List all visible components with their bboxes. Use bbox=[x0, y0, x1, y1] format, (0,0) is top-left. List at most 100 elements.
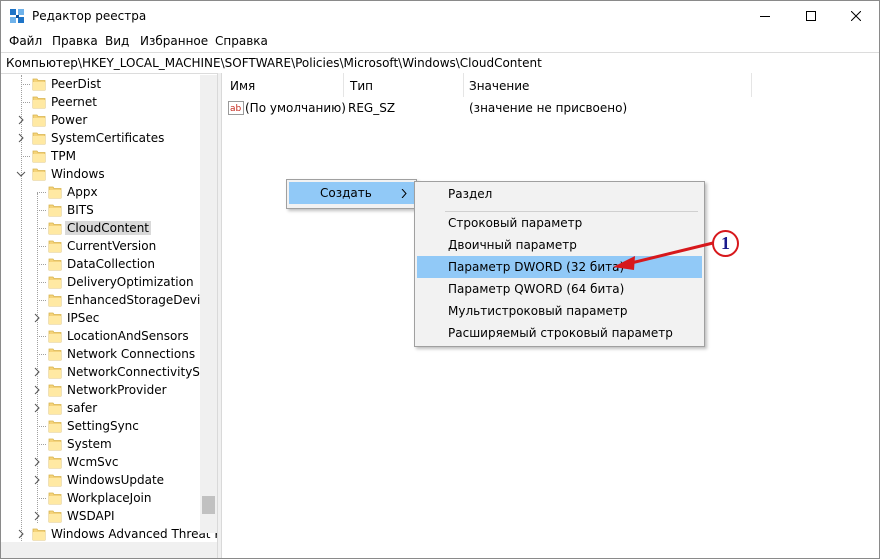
tree-item[interactable]: Peernet bbox=[1, 94, 217, 112]
column-value-label: Значение bbox=[469, 79, 530, 93]
menu-item-multi-string-value[interactable]: Мультистроковый параметр bbox=[417, 300, 702, 322]
menu-item-create-label: Создать bbox=[320, 186, 372, 200]
menu-file[interactable]: Файл bbox=[9, 34, 42, 48]
column-header-name[interactable]: Имя bbox=[222, 76, 344, 98]
tree-connector bbox=[37, 498, 46, 499]
tree-item-label: Windows bbox=[51, 167, 105, 181]
table-row[interactable]: ab (По умолчанию) REG_SZ (значение не пр… bbox=[227, 100, 827, 118]
chevron-right-icon[interactable] bbox=[16, 133, 26, 143]
tree-item[interactable]: Windows bbox=[1, 166, 217, 184]
tree-item-label: WorkplaceJoin bbox=[67, 491, 152, 505]
column-divider[interactable] bbox=[751, 73, 752, 97]
folder-icon bbox=[48, 474, 62, 487]
tree-item[interactable]: BITS bbox=[1, 202, 217, 220]
folder-icon bbox=[48, 492, 62, 505]
tree-item[interactable]: System bbox=[1, 436, 217, 454]
chevron-right-icon[interactable] bbox=[32, 385, 42, 395]
chevron-down-icon[interactable] bbox=[16, 169, 26, 179]
minimize-button[interactable] bbox=[742, 1, 788, 31]
menu-bar: Файл Правка Вид Избранное Справка bbox=[1, 31, 879, 51]
tree-item[interactable]: SettingSync bbox=[1, 418, 217, 436]
annotation-arrow bbox=[613, 241, 714, 270]
chevron-right-icon[interactable] bbox=[16, 115, 26, 125]
tree-item-label: DeliveryOptimization bbox=[67, 275, 194, 289]
chevron-right-icon[interactable] bbox=[32, 457, 42, 467]
tree-item[interactable]: CloudContent bbox=[1, 220, 217, 238]
menu-item-qword-value[interactable]: Параметр QWORD (64 бита) bbox=[417, 278, 702, 300]
column-type-label: Тип bbox=[350, 79, 373, 93]
menu-edit[interactable]: Правка bbox=[52, 34, 98, 48]
chevron-right-icon[interactable] bbox=[16, 529, 26, 539]
chevron-right-icon[interactable] bbox=[32, 313, 42, 323]
tree-item[interactable]: CurrentVersion bbox=[1, 238, 217, 256]
tree-item-label: WSDAPI bbox=[67, 509, 115, 523]
tree-item[interactable]: NetworkProvider bbox=[1, 382, 217, 400]
tree-scrollbar-thumb[interactable] bbox=[202, 496, 215, 514]
folder-icon bbox=[48, 348, 62, 361]
menu-item-label: Мультистроковый параметр bbox=[448, 304, 628, 318]
folder-icon bbox=[48, 384, 62, 397]
menu-view[interactable]: Вид bbox=[105, 34, 129, 48]
menu-item-label: Расширяемый строковый параметр bbox=[448, 326, 673, 340]
menu-item-key[interactable]: Раздел bbox=[417, 183, 702, 205]
folder-icon bbox=[32, 114, 46, 127]
tree-item[interactable]: DataCollection bbox=[1, 256, 217, 274]
tree-connector bbox=[37, 246, 46, 247]
close-button[interactable] bbox=[833, 1, 879, 31]
folder-icon bbox=[48, 312, 62, 325]
tree-connector bbox=[37, 264, 46, 265]
folder-icon bbox=[32, 168, 46, 181]
registry-tree[interactable]: PeerDist Peernet Power SystemCertificates TP… bbox=[1, 75, 217, 558]
tree-item[interactable]: WSDAPI bbox=[1, 508, 217, 526]
column-header-value[interactable]: Значение bbox=[464, 76, 752, 98]
folder-icon bbox=[48, 330, 62, 343]
address-path[interactable]: Компьютер\HKEY_LOCAL_MACHINE\SOFTWARE\Po… bbox=[6, 56, 542, 70]
tree-item[interactable]: PeerDist bbox=[1, 76, 217, 94]
maximize-button[interactable] bbox=[788, 1, 834, 31]
tree-item[interactable]: Network Connections bbox=[1, 346, 217, 364]
tree-item-label: Network Connections bbox=[67, 347, 196, 361]
menu-help[interactable]: Справка bbox=[215, 34, 268, 48]
tree-item-label: PeerDist bbox=[51, 77, 102, 91]
tree-item[interactable]: LocationAndSensors bbox=[1, 328, 217, 346]
tree-item[interactable]: NetworkConnectivityStat bbox=[1, 364, 217, 382]
tree-item-label: Peernet bbox=[51, 95, 97, 109]
folder-icon bbox=[32, 132, 46, 145]
tree-item[interactable]: DeliveryOptimization bbox=[1, 274, 217, 292]
chevron-right-icon[interactable] bbox=[32, 403, 42, 413]
minimize-icon bbox=[760, 16, 770, 17]
menu-favorites[interactable]: Избранное bbox=[140, 34, 208, 48]
tree-item[interactable]: WorkplaceJoin bbox=[1, 490, 217, 508]
tree-item[interactable]: EnhancedStorageDevices bbox=[1, 292, 217, 310]
chevron-right-icon[interactable] bbox=[32, 511, 42, 521]
tree-item[interactable]: Appx bbox=[1, 184, 217, 202]
folder-icon bbox=[48, 276, 62, 289]
tree-item[interactable]: IPSec bbox=[1, 310, 217, 328]
tree-horizontal-scrollbar[interactable] bbox=[1, 542, 217, 558]
tree-item[interactable]: TPM bbox=[1, 148, 217, 166]
tree-item[interactable]: WindowsUpdate bbox=[1, 472, 217, 490]
tree-vertical-scrollbar[interactable] bbox=[200, 75, 217, 533]
tree-item[interactable]: Power bbox=[1, 112, 217, 130]
chevron-right-icon[interactable] bbox=[32, 367, 42, 377]
tree-connector bbox=[37, 444, 46, 445]
tree-connector bbox=[21, 156, 30, 157]
regedit-app-icon bbox=[10, 9, 24, 23]
column-header-type[interactable]: Тип bbox=[344, 76, 464, 98]
menu-item-create[interactable]: Создать bbox=[289, 182, 414, 204]
title-bar: Редактор реестра bbox=[1, 1, 879, 31]
window-title: Редактор реестра bbox=[32, 9, 147, 23]
tree-item[interactable]: SystemCertificates bbox=[1, 130, 217, 148]
tree-connector bbox=[37, 228, 46, 229]
tree-connector bbox=[37, 210, 46, 211]
chevron-right-icon[interactable] bbox=[32, 475, 42, 485]
tree-item[interactable]: WcmSvc bbox=[1, 454, 217, 472]
tree-item-label: NetworkConnectivityStat bbox=[67, 365, 217, 379]
tree-item-label: Power bbox=[51, 113, 88, 127]
address-bar[interactable]: Компьютер\HKEY_LOCAL_MACHINE\SOFTWARE\Po… bbox=[1, 52, 879, 74]
tree-item[interactable]: safer bbox=[1, 400, 217, 418]
menu-item-string-value[interactable]: Строковый параметр bbox=[417, 212, 702, 234]
menu-item-expandable-string-value[interactable]: Расширяемый строковый параметр bbox=[417, 322, 702, 344]
folder-icon bbox=[48, 222, 62, 235]
folder-icon bbox=[32, 528, 46, 541]
